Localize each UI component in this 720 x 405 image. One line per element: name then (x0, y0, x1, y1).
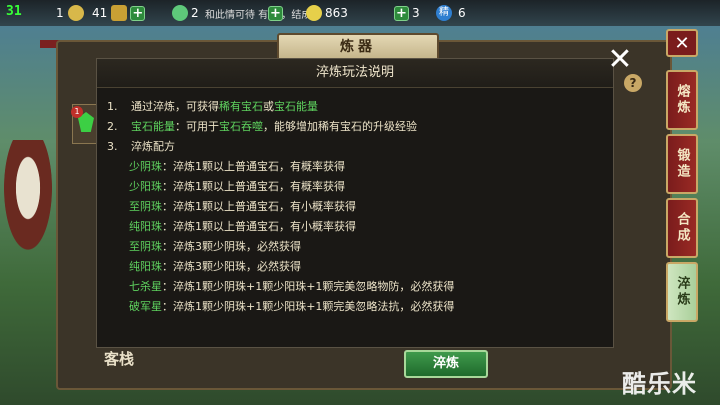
recipe-row: 纯阳珠：淬炼1颗以上普通宝石，有小概率获得 (129, 220, 356, 233)
tab-temper[interactable]: 淬炼 (666, 262, 698, 322)
window-title: 炼器 (277, 33, 439, 61)
resource-gold: 41 + (92, 3, 146, 23)
fps-counter: 31 (6, 4, 22, 19)
recipe-row: 至阴珠：淬炼1颗以上普通宝石，有小概率获得 (129, 200, 356, 213)
item-count-badge: 1 (71, 106, 83, 118)
recipe-row: 破军星：淬炼1颗少阴珠+1颗少阳珠+1颗完美忽略法抗，必然获得 (129, 300, 455, 313)
jade-value: 2 (191, 6, 199, 20)
resource-coin-add: + (268, 3, 283, 23)
rule-line-2: 2. 宝石能量：可用于宝石吞噬，能够增加稀有宝石的升级经验 (107, 120, 417, 133)
tab-combine[interactable]: 合成 (666, 198, 698, 258)
essence-value: 6 (458, 6, 466, 20)
coin-value: 863 (325, 6, 348, 20)
side-tabs: 熔炼 锻造 合成 淬炼 (666, 70, 700, 326)
dialog-title: 淬炼玩法说明 (97, 59, 613, 88)
tab-forge[interactable]: 锻造 (666, 134, 698, 194)
recipe-row: 少阴珠：淬炼1颗以上普通宝石，有概率获得 (129, 160, 345, 173)
resource-jade: 2 (172, 3, 199, 23)
yuanbao-value: 1 (56, 6, 64, 20)
dialog-content: 1. 通过淬炼，可获得稀有宝石或宝石能量 2. 宝石能量：可用于宝石吞噬，能够增加稀… (107, 97, 607, 317)
yuanbao-icon (67, 5, 84, 21)
rule-line-1: 1. 通过淬炼，可获得稀有宝石或宝石能量 (107, 100, 318, 113)
orb-value: 3 (412, 6, 420, 20)
resource-coin: 863 (306, 3, 348, 23)
news-ticker: 和此情可待 有灵 ，结成了 (205, 3, 321, 23)
character-figure (0, 140, 56, 260)
ticker-text: 和此情可待 有灵 ，结成了 (205, 9, 322, 21)
seal-stamp: 客栈 (104, 350, 135, 368)
window-close-button[interactable]: ✕ (666, 29, 698, 57)
jade-icon (172, 5, 188, 21)
resource-orb: + 3 (394, 3, 420, 23)
recipe-row: 至阴珠：淬炼3颗少阴珠，必然获得 (129, 240, 301, 253)
watermark-logo: 酷乐米 (622, 370, 697, 398)
add-coin-button[interactable]: + (394, 5, 409, 21)
resource-bar: 31 1 41 + 2 和此情可待 有灵 ，结成了 + 863 + 3 精 6 (0, 0, 720, 26)
recipe-row: 少阳珠：淬炼1颗以上普通宝石，有概率获得 (129, 180, 345, 193)
recipe-row: 七杀星：淬炼1颗少阴珠+1颗少阳珠+1颗完美忽略物防，必然获得 (129, 280, 455, 293)
rule-line-3: 3. 淬炼配方 (107, 140, 175, 153)
gold-value: 41 (92, 6, 108, 20)
add-gold-button[interactable]: + (130, 5, 146, 21)
gold-ingot-icon (111, 5, 128, 21)
dialog-close-button[interactable]: ✕ (605, 45, 635, 76)
add-jade-button[interactable]: + (268, 5, 283, 21)
tab-smelt[interactable]: 熔炼 (666, 70, 698, 130)
rules-dialog: 淬炼玩法说明 1. 通过淬炼，可获得稀有宝石或宝石能量 2. 宝石能量：可用于宝石吞… (96, 58, 614, 348)
essence-icon: 精 (436, 5, 452, 21)
resource-yuanbao: 1 (56, 3, 87, 23)
recipe-row: 纯阳珠：淬炼3颗少阳珠，必然获得 (129, 260, 301, 273)
temper-button[interactable]: 淬炼 (404, 350, 488, 378)
resource-essence: 精 6 (436, 3, 466, 23)
coin-icon (306, 5, 322, 21)
